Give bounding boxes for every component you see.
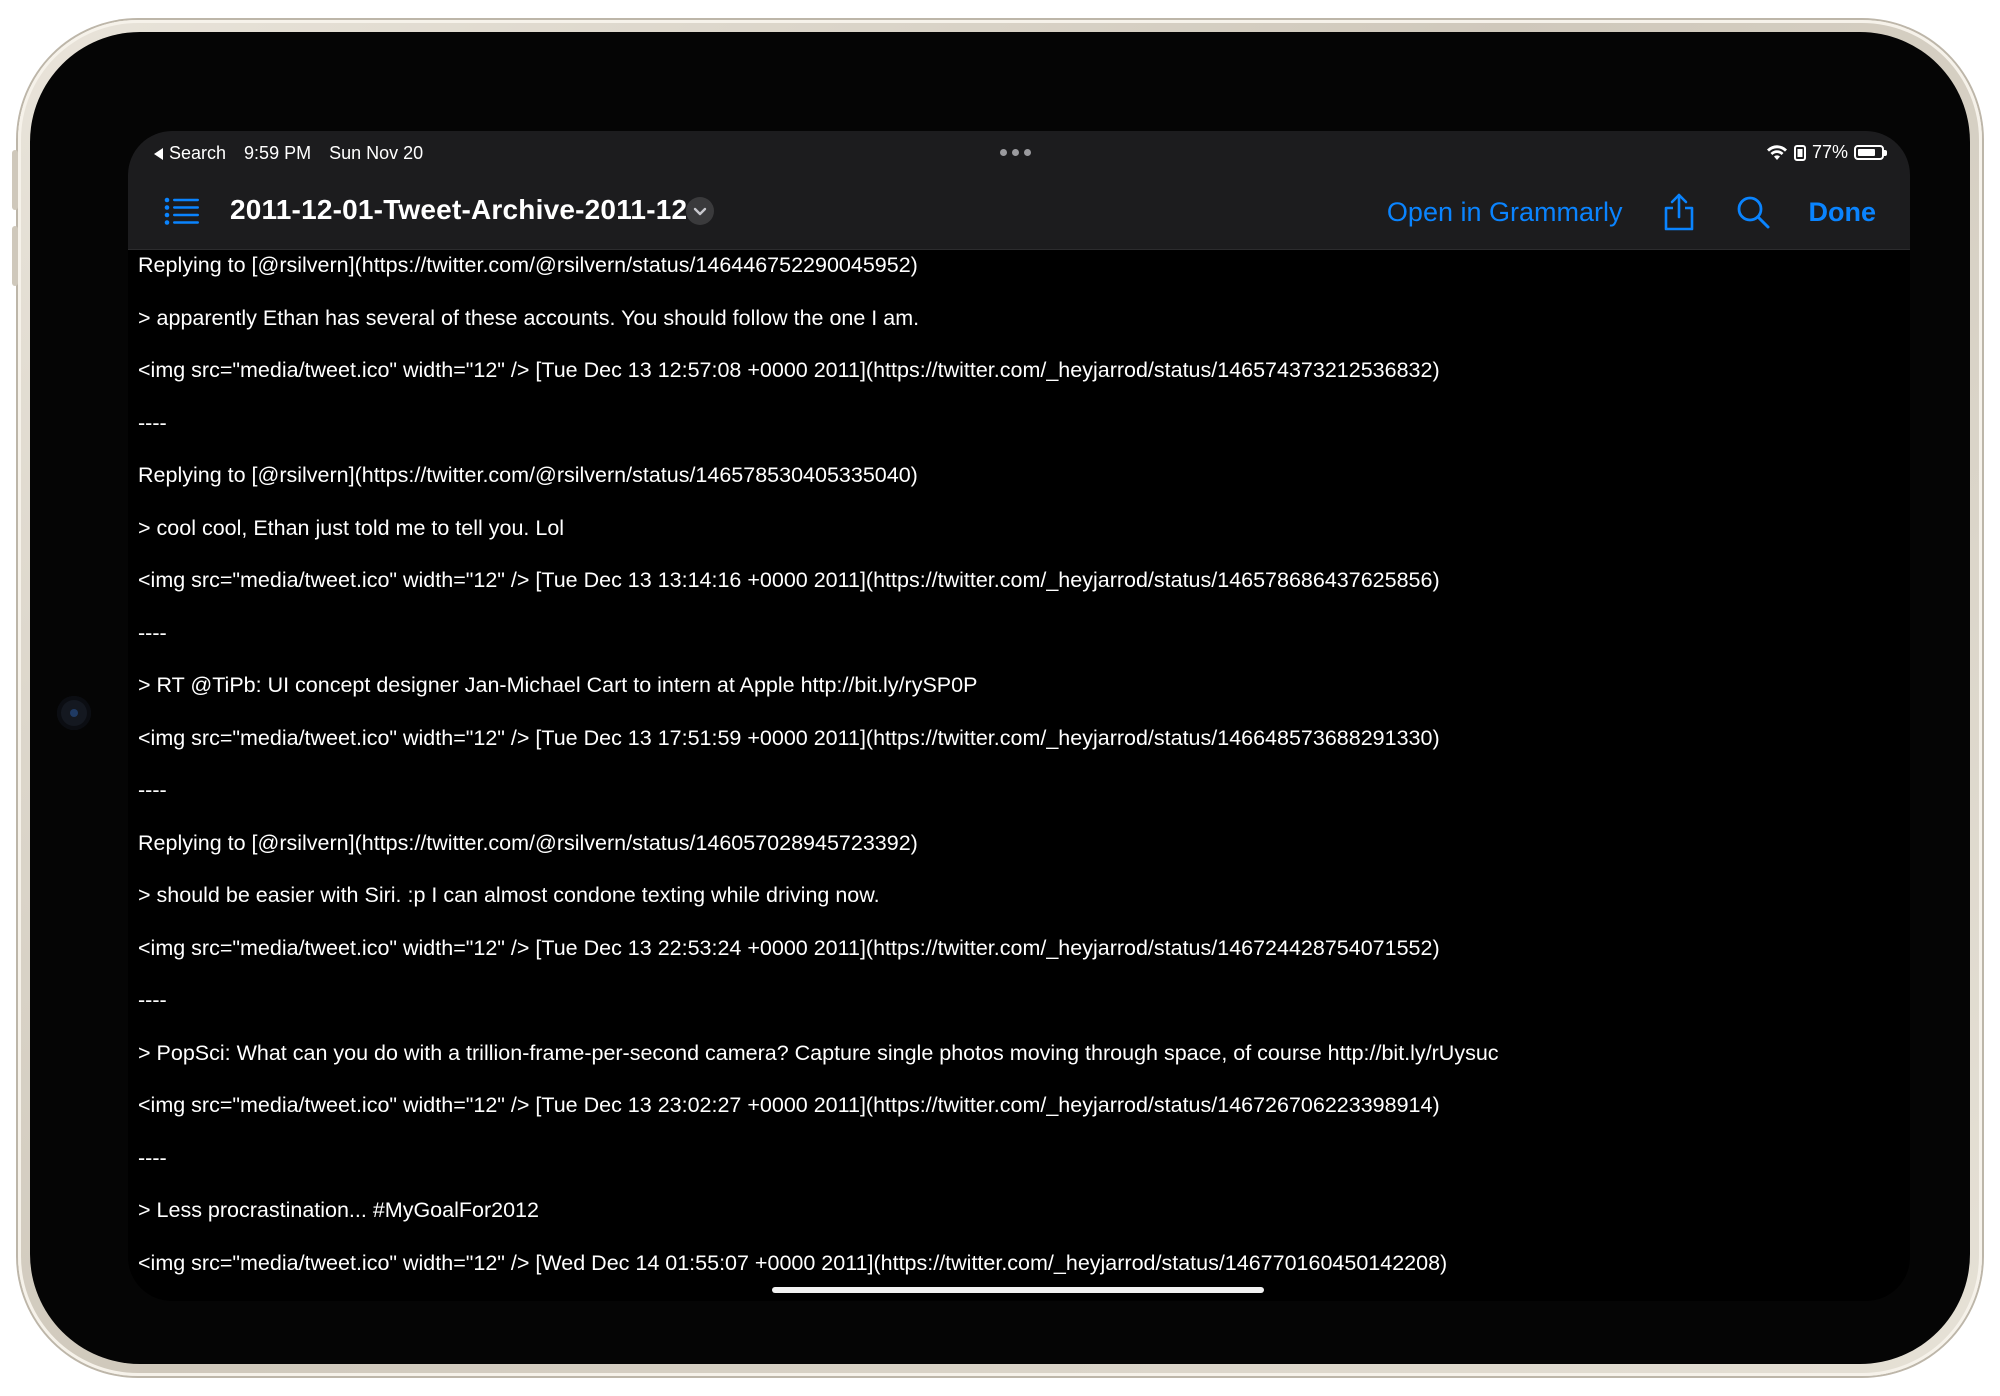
volume-up-button	[12, 150, 18, 210]
status-date: Sun Nov 20	[329, 143, 424, 163]
home-indicator[interactable]	[772, 1287, 1264, 1293]
navigation-bar: 2011-12-01-Tweet-Archive-2011-12 Open in…	[128, 175, 1910, 250]
chevron-down-icon	[693, 207, 707, 216]
text-line: > RT @TiPb: UI concept designer Jan-Mich…	[138, 673, 978, 697]
text-line: <img src="media/tweet.ico" width="12" />…	[138, 725, 1440, 750]
volume-down-button	[12, 226, 18, 286]
battery-percent: 77%	[1811, 142, 1848, 162]
ipad-device-frame: Search 9:59 PM Sun Nov 20 77% 2011-12-01…	[12, 20, 1982, 1376]
battery-fill	[1858, 149, 1875, 156]
front-camera	[57, 696, 91, 730]
open-in-grammarly-button[interactable]: Open in Grammarly	[1387, 197, 1623, 228]
separator-line: ----	[138, 1145, 167, 1170]
wifi-icon	[1766, 144, 1787, 160]
document-text-area[interactable]: Replying to [@rsilvern](https://twitter.…	[138, 253, 1900, 1301]
title-menu-button[interactable]	[686, 197, 714, 225]
text-line: <img src="media/tweet.ico" width="12" />…	[138, 1093, 1440, 1117]
status-right: 77%	[1766, 142, 1887, 163]
text-line: Replying to [@rsilvern](https://twitter.…	[138, 463, 918, 487]
back-to-search-button[interactable]: Search	[154, 143, 226, 164]
document-title[interactable]: 2011-12-01-Tweet-Archive-2011-12	[230, 194, 687, 226]
text-line: <img src="media/tweet.ico" width="12" />…	[138, 358, 1440, 382]
status-left: Search 9:59 PM Sun Nov 20	[154, 143, 423, 164]
separator-line: ----	[138, 988, 167, 1012]
text-line: <img src="media/tweet.ico" width="12" />…	[138, 1250, 1448, 1275]
text-line: > PopSci: What can you do with a trillio…	[138, 1040, 1499, 1065]
back-arrow-icon	[154, 147, 163, 160]
text-line: <img src="media/tweet.ico" width="12" />…	[138, 935, 1440, 960]
text-line: <img src="media/tweet.ico" width="12" />…	[138, 568, 1440, 592]
nav-actions: Open in Grammarly Done	[1387, 175, 1876, 249]
text-line: > Less procrastination... #MyGoalFor2012	[138, 1198, 539, 1222]
status-time: 9:59 PM	[244, 143, 312, 163]
share-icon[interactable]	[1661, 192, 1697, 232]
text-line: > cool cool, Ethan just told me to tell …	[138, 515, 565, 540]
text-line: > apparently Ethan has several of these …	[138, 305, 920, 330]
text-line: > should be easier with Siri. :p I can a…	[138, 883, 880, 907]
back-label: Search	[169, 143, 227, 163]
separator-line: ----	[138, 778, 167, 802]
status-bar: Search 9:59 PM Sun Nov 20 77%	[128, 131, 1910, 175]
app-screen: Search 9:59 PM Sun Nov 20 77% 2011-12-01…	[128, 131, 1910, 1301]
battery-icon	[1854, 145, 1887, 160]
done-button[interactable]: Done	[1809, 197, 1877, 228]
separator-line: ----	[138, 620, 167, 645]
text-line: Replying to [@rsilvern](https://twitter.…	[138, 253, 918, 277]
multitasking-menu-icon[interactable]	[1000, 149, 1031, 156]
list-icon[interactable]	[164, 197, 200, 225]
screen-lock-icon	[1793, 144, 1806, 161]
search-icon[interactable]	[1735, 192, 1771, 232]
separator-line: ----	[138, 410, 167, 435]
text-line: Replying to [@rsilvern](https://twitter.…	[138, 830, 918, 855]
